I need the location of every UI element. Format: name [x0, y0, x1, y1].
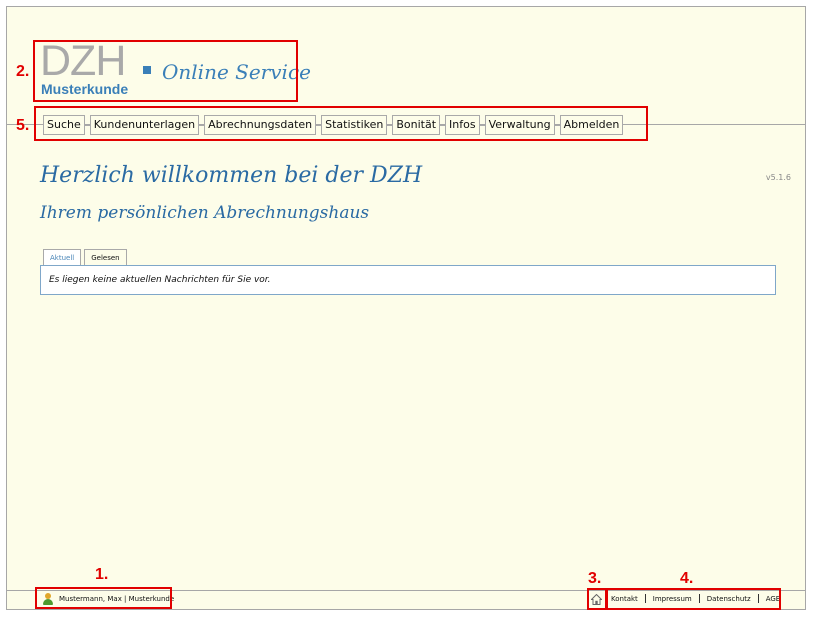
- annotation-box-home: [587, 588, 607, 610]
- annotation-2: 2.: [16, 63, 30, 80]
- annotation-box-logo: [33, 40, 298, 102]
- annotation-box-navigation: [34, 106, 648, 141]
- version-label: v5.1.6: [765, 173, 791, 182]
- annotation-box-user: [35, 587, 172, 609]
- annotation-5: 5.: [16, 117, 30, 134]
- welcome-heading: Herzlich willkommen bei der DZH: [40, 163, 423, 188]
- annotation-box-footer-links: [606, 588, 781, 610]
- tab-aktuell[interactable]: Aktuell: [43, 249, 82, 266]
- welcome-subheading: Ihrem persönlichen Abrechnungshaus: [40, 203, 370, 223]
- annotation-1: 1.: [95, 566, 109, 583]
- message-tabs: Aktuell Gelesen: [43, 249, 130, 266]
- no-messages-text: Es liegen keine aktuellen Nachrichten fü…: [49, 275, 271, 285]
- annotation-3: 3.: [588, 570, 602, 587]
- messages-panel: Es liegen keine aktuellen Nachrichten fü…: [40, 265, 776, 295]
- tab-gelesen[interactable]: Gelesen: [84, 249, 127, 266]
- annotation-4: 4.: [680, 570, 694, 587]
